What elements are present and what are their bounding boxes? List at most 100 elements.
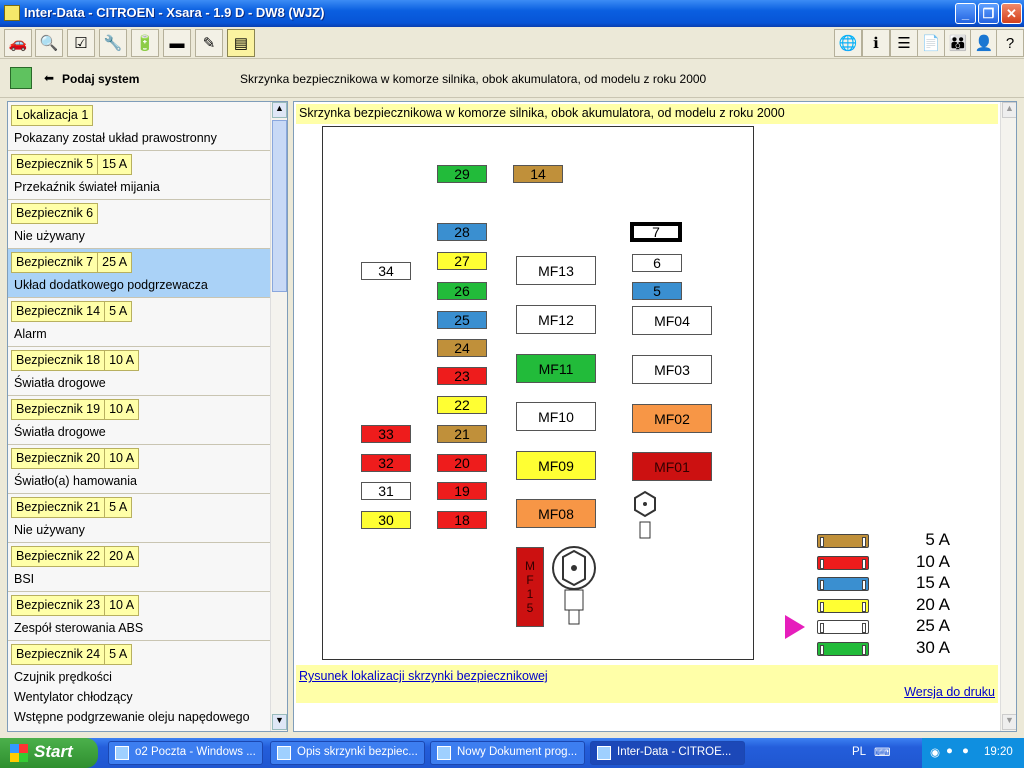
list-icon[interactable]: ☰: [890, 29, 918, 57]
fuse-description: Czujnik prędkości: [14, 670, 112, 684]
globe-icon[interactable]: 🌐: [834, 29, 862, 57]
fuse-description: Układ dodatkowego podgrzewacza: [14, 278, 208, 292]
window-title: Inter-Data - CITROEN - Xsara - 1.9 D - D…: [24, 5, 325, 20]
clock: 19:20: [984, 746, 1013, 758]
scrollbar[interactable]: ▲ ▼: [270, 102, 287, 731]
info-icon[interactable]: ℹ: [862, 29, 890, 57]
fuse-label: Bezpiecznik 7 25 A: [11, 252, 133, 273]
back-arrow-icon[interactable]: ⬅: [44, 71, 54, 85]
fuse-list-item[interactable]: Bezpiecznik 23 10 A Zespół sterowania ABS: [8, 592, 270, 641]
page-title: Skrzynka bezpiecznikowa w komorze silnik…: [240, 72, 707, 86]
legend-fuse-swatch: [817, 577, 869, 591]
scroll-up-button[interactable]: ▲: [1002, 102, 1016, 118]
app-icon: [597, 746, 611, 760]
fuse-name: Bezpiecznik 6: [16, 206, 94, 220]
legend-fuse-swatch: [817, 641, 869, 656]
fuse-list-item[interactable]: Bezpiecznik 20 10 A Światło(a) hamowania: [8, 445, 270, 494]
fuse-amperage: 15 A: [97, 155, 131, 174]
fuse-name: Bezpiecznik 24: [16, 647, 101, 661]
maximize-button[interactable]: ❐: [978, 3, 999, 24]
fuse-amperage: 5 A: [104, 302, 131, 321]
network-icon[interactable]: ◉: [930, 745, 940, 759]
fuse-list-item[interactable]: Bezpiecznik 24 5 A Czujnik prędkości Wentyl…: [8, 641, 270, 731]
fusebox-icon: [10, 67, 32, 89]
connector-icon[interactable]: ▬: [163, 29, 191, 57]
scroll-up-button[interactable]: ▲: [272, 102, 287, 118]
toolbar: 🚗 🔍 ☑ 🔧 🔋 ▬ ✎ ▤ 🌐 ℹ ☰ 📄 👪 👤 ?: [0, 27, 1024, 59]
document-icon[interactable]: 📄: [917, 29, 945, 57]
keyboard-icon[interactable]: ⌨: [874, 745, 891, 759]
security-icon[interactable]: ●: [946, 745, 953, 757]
close-button[interactable]: ✕: [1001, 3, 1022, 24]
fuse-label: Bezpiecznik 21 5 A: [11, 497, 133, 518]
fuse-description: Zespół sterowania ABS: [14, 621, 144, 635]
scroll-down-button[interactable]: ▼: [272, 714, 287, 730]
back-button[interactable]: Podaj system: [62, 72, 139, 86]
fuse-name: Bezpiecznik 21: [16, 500, 101, 514]
scrollbar[interactable]: ▲ ▼: [1000, 102, 1016, 731]
fuse-list-item[interactable]: Bezpiecznik 7 25 A Układ dodatkowego podgr…: [8, 249, 270, 298]
fuse-list-item[interactable]: Lokalizacja 1 Pokazany został układ prawo…: [8, 102, 270, 151]
fuse-description: BSI: [14, 572, 35, 586]
checklist-icon[interactable]: ☑: [67, 29, 95, 57]
fuse-amperage: 5 A: [104, 645, 131, 664]
minimize-button[interactable]: _: [955, 3, 976, 24]
fuse-description: Wentylator chłodzący: [14, 690, 133, 704]
legend-amperage-label: 15 A: [915, 573, 950, 592]
fuse-description: Nie używany: [14, 229, 85, 243]
car-icon[interactable]: 🚗: [4, 29, 32, 57]
fuse-list-item[interactable]: Bezpiecznik 14 5 A Alarm: [8, 298, 270, 347]
fuse-list-item[interactable]: Bezpiecznik 6 Nie używany: [8, 200, 270, 249]
fuse-label: Bezpiecznik 6: [11, 203, 99, 224]
taskbar-button[interactable]: o2 Poczta - Windows ...: [108, 741, 263, 765]
app-icon: [4, 5, 20, 21]
location-link[interactable]: Rysunek lokalizacji skrzynki bezpiecznik…: [299, 669, 548, 683]
fuse-amperage: 10 A: [104, 596, 138, 615]
fuse-list-item[interactable]: Bezpiecznik 5 15 A Przekaźnik świateł mija…: [8, 151, 270, 200]
update-icon[interactable]: ●: [962, 745, 969, 757]
taskbar-button[interactable]: Inter-Data - CITROE...: [590, 741, 745, 765]
fuse-amperage: 10 A: [104, 351, 138, 370]
fuse-description: Światło(a) hamowania: [14, 474, 137, 488]
fuse-name: Bezpiecznik 19: [16, 402, 101, 416]
user-icon[interactable]: 👤: [970, 29, 998, 57]
fuse-description: Światła drogowe: [14, 425, 106, 439]
fuse-list: Lokalizacja 1 Pokazany został układ prawo…: [7, 101, 288, 732]
language-indicator[interactable]: PL: [852, 746, 866, 758]
fusebox-icon[interactable]: ▤: [227, 29, 255, 57]
taskbar-button[interactable]: Nowy Dokument prog...: [430, 741, 585, 765]
scroll-thumb[interactable]: [272, 120, 287, 292]
legend-amperage-label: 20 A: [915, 594, 950, 614]
fuse-label: Lokalizacja 1: [11, 105, 94, 126]
fuse-amperage: 10 A: [104, 449, 138, 468]
fuse-list-item[interactable]: Bezpiecznik 19 10 A Światła drogowe: [8, 396, 270, 445]
fuse-label: Bezpiecznik 22 20 A: [11, 546, 140, 567]
battery-icon[interactable]: 🔋: [131, 29, 159, 57]
taskbar-button-label: o2 Poczta - Windows ...: [135, 746, 256, 758]
fuse-name: Bezpiecznik 14: [16, 304, 101, 318]
taskbar-button-label: Nowy Dokument prog...: [457, 746, 578, 758]
fuse-description: Alarm: [14, 327, 47, 341]
family-icon[interactable]: 👪: [944, 29, 972, 57]
tools-icon[interactable]: 🔧: [99, 29, 127, 57]
pencil-icon[interactable]: ✎: [195, 29, 223, 57]
fuse-list-item[interactable]: Bezpiecznik 21 5 A Nie używany: [8, 494, 270, 543]
scroll-down-button[interactable]: ▼: [1002, 714, 1016, 730]
legend-amperage-label: 10 A: [915, 551, 950, 571]
fuse-description: Światła drogowe: [14, 376, 106, 390]
start-button[interactable]: Start: [0, 738, 98, 768]
help-icon[interactable]: ?: [996, 29, 1024, 57]
fuse-label: Bezpiecznik 20 10 A: [11, 448, 140, 469]
app-icon: [277, 746, 291, 760]
fuse-label: Bezpiecznik 19 10 A: [11, 399, 140, 420]
fuse-name: Lokalizacja 1: [16, 108, 89, 122]
fuse-list-item[interactable]: Bezpiecznik 18 10 A Światła drogowe: [8, 347, 270, 396]
taskbar-button[interactable]: Opis skrzynki bezpiec...: [270, 741, 425, 765]
fuse-name: Bezpiecznik 7: [16, 255, 94, 269]
print-version-link[interactable]: Wersja do druku: [904, 685, 995, 699]
inspect-icon[interactable]: 🔍: [35, 29, 63, 57]
fuse-name: Bezpiecznik 23: [16, 598, 101, 612]
fuse-list-item[interactable]: Bezpiecznik 22 20 A BSI: [8, 543, 270, 592]
fuse-amperage: 25 A: [97, 253, 131, 272]
fuse-label: Bezpiecznik 18 10 A: [11, 350, 140, 371]
